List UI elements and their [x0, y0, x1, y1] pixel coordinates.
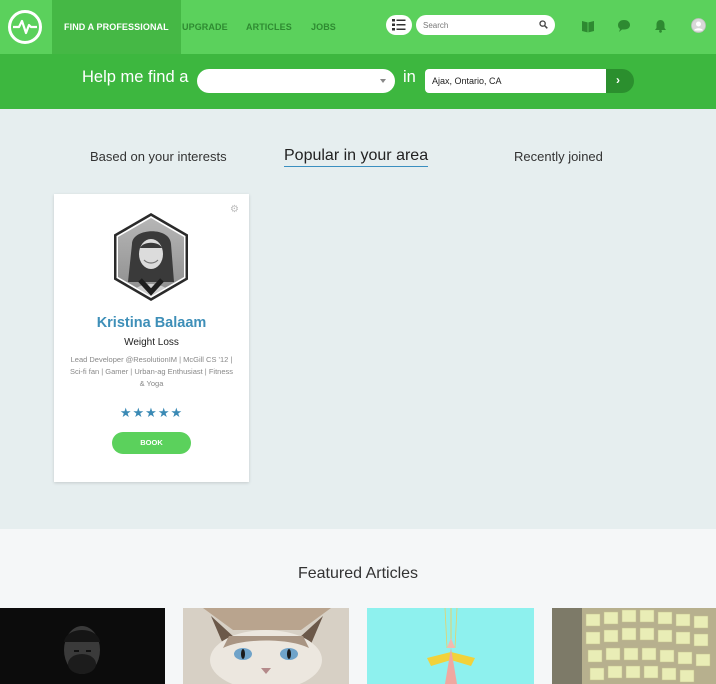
nav-upgrade[interactable]: UPGRADE: [182, 0, 228, 54]
in-text: in: [403, 68, 416, 86]
tab-popular[interactable]: Popular in your area: [284, 147, 429, 167]
nav-articles[interactable]: ARTICLES: [246, 0, 292, 54]
search-input[interactable]: [423, 17, 533, 33]
avatar[interactable]: [110, 212, 192, 302]
book-button[interactable]: BOOK: [112, 432, 191, 454]
top-nav: FIND A PROFESSIONAL UPGRADE ARTICLES JOB…: [0, 0, 716, 54]
go-button[interactable]: ›: [606, 69, 634, 93]
book-icon[interactable]: [582, 19, 595, 33]
location-input[interactable]: [425, 69, 606, 93]
list-view-icon: [392, 19, 406, 31]
article-thumbnail-sticky-notes[interactable]: [552, 608, 716, 684]
main-section: Based on your interests Popular in your …: [0, 109, 716, 529]
list-view-button[interactable]: [386, 15, 412, 35]
search-box: [416, 15, 555, 35]
rating-stars: ★★★★★: [119, 405, 184, 420]
bell-icon[interactable]: [654, 19, 667, 33]
professional-card[interactable]: ⚙ Kristina Balaam Weight Loss Lead Devel…: [54, 194, 249, 482]
gear-icon[interactable]: ⚙: [230, 204, 239, 215]
logo-icon[interactable]: [8, 10, 42, 44]
article-thumbnail-cat[interactable]: [183, 608, 349, 684]
tab-recently-joined[interactable]: Recently joined: [514, 149, 603, 164]
professional-specialty: Weight Loss: [124, 337, 179, 348]
professional-name[interactable]: Kristina Balaam: [54, 315, 249, 331]
nav-find-professional[interactable]: FIND A PROFESSIONAL: [52, 0, 181, 54]
featured-articles-title: Featured Articles: [297, 565, 419, 582]
article-thumbnail-yoga[interactable]: [367, 608, 534, 684]
nav-jobs[interactable]: JOBS: [311, 0, 336, 54]
chat-icon[interactable]: [617, 19, 631, 33]
role-select[interactable]: [197, 69, 395, 93]
professional-bio: Lead Developer @ResolutionIM | McGill CS…: [70, 355, 233, 388]
article-thumbnail-portrait[interactable]: [0, 608, 165, 684]
help-text: Help me find a: [82, 68, 189, 86]
chevron-down-icon: [380, 79, 386, 83]
tab-interests[interactable]: Based on your interests: [90, 149, 227, 164]
search-icon[interactable]: [539, 20, 548, 29]
featured-articles-section: Featured Articles: [0, 529, 716, 684]
avatar-icon[interactable]: [691, 18, 706, 33]
chevron-right-icon: ›: [616, 73, 620, 87]
